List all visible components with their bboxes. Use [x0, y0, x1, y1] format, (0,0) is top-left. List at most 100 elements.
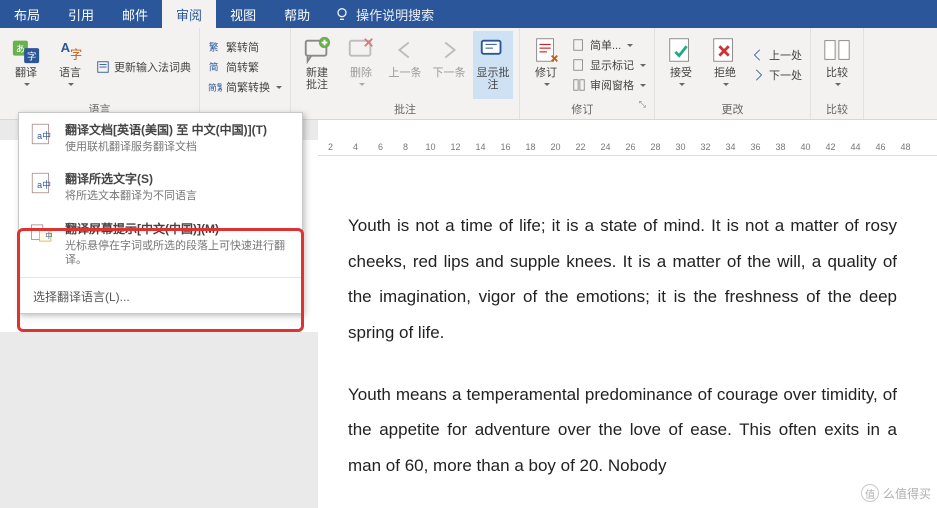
simp-to-trad[interactable]: 简简转繁	[206, 58, 284, 76]
translate-button[interactable]: あ字 翻译	[6, 31, 46, 99]
paragraph-1: Youth is not a time of life; it is a sta…	[348, 208, 897, 351]
ruler-tick: 28	[643, 142, 668, 152]
pane-icon	[572, 78, 586, 92]
prev-change[interactable]: 上一处	[749, 46, 804, 64]
translate-selection-item[interactable]: a中 翻译所选文字(S) 将所选文本翻译为不同语言	[19, 162, 302, 211]
trad-simp-label: 繁转简	[226, 39, 259, 55]
ruler-tick: 18	[518, 142, 543, 152]
convert-icon: 简繁	[208, 80, 222, 94]
markup-label: 显示标记	[590, 57, 634, 73]
horizontal-ruler[interactable]: 2468101214161820222426283032343638404244…	[318, 138, 937, 156]
ruler-tick: 2	[318, 142, 343, 152]
tab-引用[interactable]: 引用	[54, 0, 108, 28]
delete-comment-label: 删除	[350, 67, 372, 79]
prev-change-label: 上一处	[769, 47, 802, 63]
ruler-tick: 12	[443, 142, 468, 152]
show-comments-label: 显示批注	[473, 67, 513, 91]
chinese-convert[interactable]: 简繁简繁转换	[206, 78, 284, 96]
translate-document-item[interactable]: a中 翻译文档[英语(美国) 至 中文(中国)](T) 使用联机翻译服务翻译文档	[19, 113, 302, 162]
next-comment-button[interactable]: 下一条	[429, 31, 469, 99]
choose-translation-language[interactable]: 选择翻译语言(L)...	[19, 280, 302, 313]
tell-me-search[interactable]: 操作说明搜索	[324, 5, 444, 24]
group-language: あ字 翻译 A字 语言 更新输入法词典 语言	[0, 28, 200, 119]
trad-to-simp[interactable]: 繁繁转简	[206, 38, 284, 56]
translate-dropdown: a中 翻译文档[英语(美国) 至 中文(中国)](T) 使用联机翻译服务翻译文档…	[18, 112, 303, 314]
accept-button[interactable]: 接受	[661, 31, 701, 99]
group-compare: 比较 比较	[811, 28, 864, 119]
prev-comment-button[interactable]: 上一条	[385, 31, 425, 99]
new-comment-icon	[302, 35, 332, 65]
reject-button[interactable]: 拒绝	[705, 31, 745, 99]
compare-icon	[822, 35, 852, 65]
svg-text:字: 字	[27, 50, 36, 61]
ruler-tick: 48	[893, 142, 918, 152]
ribbon: あ字 翻译 A字 语言 更新输入法词典 语言 繁繁转简 简简转繁 简繁简繁转换	[0, 28, 937, 120]
watermark-icon: 值	[861, 484, 879, 502]
group-tracking-label: 修订	[526, 99, 639, 119]
prev-change-icon	[751, 48, 765, 62]
show-comments-button[interactable]: 显示批注	[473, 31, 513, 99]
group-comments-label: 批注	[297, 99, 513, 119]
track-icon	[531, 35, 561, 65]
watermark-text: 么值得买	[883, 485, 931, 502]
ruler-tick: 14	[468, 142, 493, 152]
group-changes: 接受 拒绝 上一处 下一处 更改	[655, 28, 811, 119]
translate-doc-icon: a中	[29, 121, 55, 147]
next-change-label: 下一处	[769, 67, 802, 83]
pane-label: 审阅窗格	[590, 77, 634, 93]
tab-视图[interactable]: 视图	[216, 0, 270, 28]
language-icon: A字	[55, 35, 85, 65]
next-icon	[434, 35, 464, 65]
doc-icon	[572, 38, 586, 52]
accept-label: 接受	[670, 67, 692, 79]
mini-translator-item[interactable]: 中 翻译屏幕提示[中文(中国)](M) 光标悬停在字词或所选的段落上可快速进行翻…	[19, 212, 302, 276]
new-comment-button[interactable]: 新建 批注	[297, 31, 337, 99]
tab-布局[interactable]: 布局	[0, 0, 54, 28]
svg-text:简: 简	[209, 62, 219, 74]
translate-doc-title: 翻译文档[英语(美国) 至 中文(中国)](T)	[65, 121, 267, 138]
ruler-tick: 4	[343, 142, 368, 152]
display-for-review[interactable]: 简单...	[570, 36, 648, 54]
translate-doc-desc: 使用联机翻译服务翻译文档	[65, 140, 267, 154]
compare-button[interactable]: 比较	[817, 31, 857, 99]
track-changes-button[interactable]: 修订	[526, 31, 566, 99]
next-change[interactable]: 下一处	[749, 66, 804, 84]
svg-text:あ: あ	[16, 44, 25, 54]
group-changes-label: 更改	[661, 99, 804, 119]
reviewing-pane[interactable]: 审阅窗格	[570, 76, 648, 94]
ruler-tick: 42	[818, 142, 843, 152]
new-comment-label: 新建 批注	[306, 67, 328, 91]
reject-icon	[710, 35, 740, 65]
svg-text:a中: a中	[37, 179, 51, 190]
show-markup[interactable]: 显示标记	[570, 56, 648, 74]
translate-icon: あ字	[11, 35, 41, 65]
group-comments: 新建 批注 删除 上一条 下一条 显示批注 批注	[291, 28, 520, 119]
watermark: 值 么值得买	[861, 484, 931, 502]
translate-sel-icon: a中	[29, 170, 55, 196]
ruler-tick: 20	[543, 142, 568, 152]
document-body[interactable]: Youth is not a time of life; it is a sta…	[318, 160, 937, 508]
reject-label: 拒绝	[714, 67, 736, 79]
ruler-tick: 8	[393, 142, 418, 152]
tracking-dialog-launcher[interactable]: ⤡	[639, 99, 648, 119]
ruler-tick: 24	[593, 142, 618, 152]
group-compare-label: 比较	[817, 99, 857, 119]
ruler-tick: 40	[793, 142, 818, 152]
language-label: 语言	[59, 67, 81, 79]
tell-me-label: 操作说明搜索	[356, 5, 434, 24]
translate-label: 翻译	[15, 67, 37, 79]
language-button[interactable]: A字 语言	[50, 31, 90, 99]
tab-邮件[interactable]: 邮件	[108, 0, 162, 28]
book-icon	[96, 60, 110, 74]
ruler-tick: 30	[668, 142, 693, 152]
ruler-tick: 22	[568, 142, 593, 152]
ruler-tick: 10	[418, 142, 443, 152]
update-ime-dict[interactable]: 更新输入法词典	[94, 58, 193, 76]
ruler-tick: 6	[368, 142, 393, 152]
next-comment-label: 下一条	[433, 67, 466, 79]
delete-comment-button[interactable]: 删除	[341, 31, 381, 99]
ruler-tick: 26	[618, 142, 643, 152]
tab-审阅[interactable]: 审阅	[162, 0, 216, 28]
prev-icon	[390, 35, 420, 65]
tab-帮助[interactable]: 帮助	[270, 0, 324, 28]
